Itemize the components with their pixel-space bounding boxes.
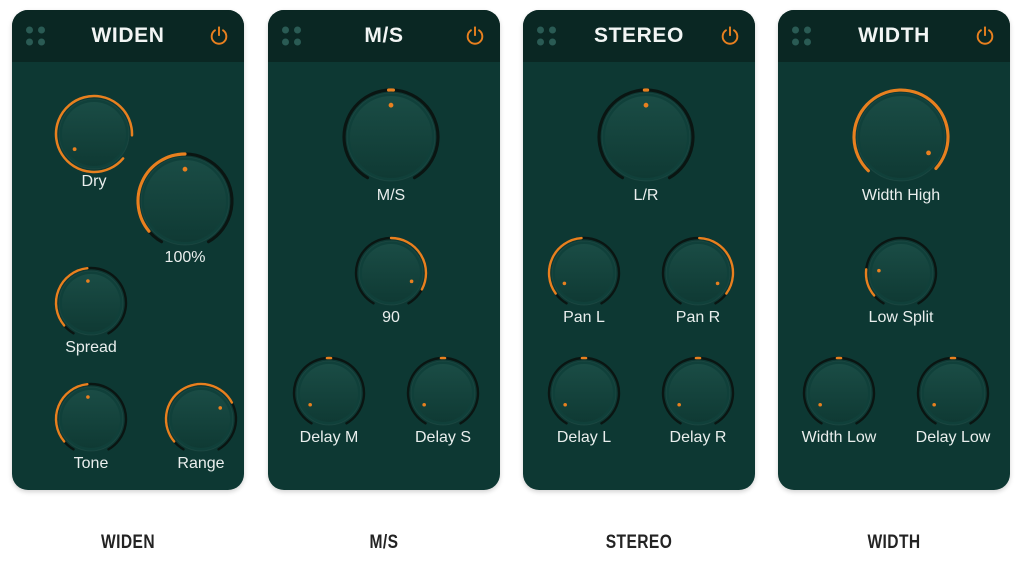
panel-title: M/S bbox=[364, 24, 404, 47]
knob-label-low_split: Low Split bbox=[868, 309, 934, 326]
grip-dots-icon[interactable] bbox=[282, 26, 301, 46]
grip-dots-icon[interactable] bbox=[792, 26, 811, 46]
knob-label-degrees: 90 bbox=[382, 309, 400, 326]
knob-label-tone: Tone bbox=[73, 455, 109, 472]
knob-delay_r[interactable]: Delay R bbox=[657, 352, 739, 446]
knob-pan_l[interactable]: Pan L bbox=[543, 232, 625, 326]
panel-header: WIDTH bbox=[778, 10, 1010, 62]
panel-title: WIDEN bbox=[91, 24, 165, 47]
knob-ms[interactable]: M/S bbox=[338, 84, 444, 204]
panel-width[interactable]: WIDTH Width High Low Split Width Low Delay L… bbox=[778, 10, 1010, 490]
knob-label-amount: 100% bbox=[164, 249, 206, 266]
module-caption-width: WIDTH bbox=[867, 532, 921, 553]
power-icon[interactable] bbox=[974, 25, 996, 47]
knob-label-spread: Spread bbox=[65, 339, 117, 356]
panel-title: WIDTH bbox=[858, 24, 930, 47]
power-icon[interactable] bbox=[464, 25, 486, 47]
knob-width_low[interactable]: Width Low bbox=[798, 352, 880, 446]
knob-label-ms: M/S bbox=[376, 187, 406, 204]
knob-delay_l[interactable]: Delay L bbox=[543, 352, 625, 446]
knob-label-delay_s: Delay S bbox=[414, 429, 472, 446]
knob-label-dry: Dry bbox=[81, 173, 107, 190]
knob-label-delay_r: Delay R bbox=[669, 429, 727, 446]
knob-lr[interactable]: L/R bbox=[593, 84, 699, 204]
knob-range[interactable]: Range bbox=[160, 378, 242, 472]
knob-label-range: Range bbox=[177, 455, 225, 472]
panel-ms[interactable]: M/S M/S 90 Delay M Delay S bbox=[268, 10, 500, 490]
module-stereo: STEREO L/R Pan L Pan R Delay L Delay R STEREO bbox=[523, 0, 755, 565]
knob-amount[interactable]: 100% bbox=[132, 148, 238, 266]
knob-tone[interactable]: Tone bbox=[50, 378, 132, 472]
panel-header: STEREO bbox=[523, 10, 755, 62]
knob-delay_m[interactable]: Delay M bbox=[288, 352, 370, 446]
power-icon[interactable] bbox=[208, 25, 230, 47]
grip-dots-icon[interactable] bbox=[26, 26, 45, 46]
knob-label-delay_l: Delay L bbox=[556, 429, 612, 446]
knob-label-lr: L/R bbox=[633, 187, 659, 204]
knob-width_high[interactable]: Width High bbox=[848, 84, 954, 204]
module-ms: M/S M/S 90 Delay M Delay S M/S bbox=[268, 0, 500, 565]
knob-pan_r[interactable]: Pan R bbox=[657, 232, 739, 326]
plugin-module-gallery: WIDEN Dry 100% Spread Tone Range WIDEN M/S M/S 90… bbox=[0, 0, 1024, 565]
knob-label-width_low: Width Low bbox=[801, 429, 877, 446]
module-widen: WIDEN Dry 100% Spread Tone Range WIDEN bbox=[12, 0, 244, 565]
knob-label-delay_low: Delay Low bbox=[915, 429, 991, 446]
knob-label-pan_r: Pan R bbox=[675, 309, 721, 326]
panel-title: STEREO bbox=[594, 24, 684, 47]
module-caption-widen: WIDEN bbox=[101, 532, 155, 553]
panel-body: M/S 90 Delay M Delay S bbox=[268, 62, 500, 490]
panel-header: M/S bbox=[268, 10, 500, 62]
knob-label-delay_m: Delay M bbox=[299, 429, 359, 446]
module-caption-ms: M/S bbox=[369, 532, 399, 553]
knob-low_split[interactable]: Low Split bbox=[860, 232, 942, 326]
module-width: WIDTH Width High Low Split Width Low Delay L… bbox=[778, 0, 1010, 565]
panel-body: L/R Pan L Pan R Delay L Delay R bbox=[523, 62, 755, 490]
panel-header: WIDEN bbox=[12, 10, 244, 62]
knob-dry[interactable]: Dry bbox=[50, 90, 138, 190]
panel-widen[interactable]: WIDEN Dry 100% Spread Tone Range bbox=[12, 10, 244, 490]
knob-label-width_high: Width High bbox=[861, 187, 941, 204]
knob-degrees[interactable]: 90 bbox=[350, 232, 432, 326]
panel-body: Dry 100% Spread Tone Range bbox=[12, 62, 244, 490]
grip-dots-icon[interactable] bbox=[537, 26, 556, 46]
knob-delay_s[interactable]: Delay S bbox=[402, 352, 484, 446]
knob-delay_low[interactable]: Delay Low bbox=[912, 352, 994, 446]
panel-body: Width High Low Split Width Low Delay Low bbox=[778, 62, 1010, 490]
module-caption-stereo: STEREO bbox=[605, 532, 673, 553]
knob-spread[interactable]: Spread bbox=[50, 262, 132, 356]
panel-stereo[interactable]: STEREO L/R Pan L Pan R Delay L Delay R bbox=[523, 10, 755, 490]
power-icon[interactable] bbox=[719, 25, 741, 47]
knob-label-pan_l: Pan L bbox=[563, 309, 605, 326]
